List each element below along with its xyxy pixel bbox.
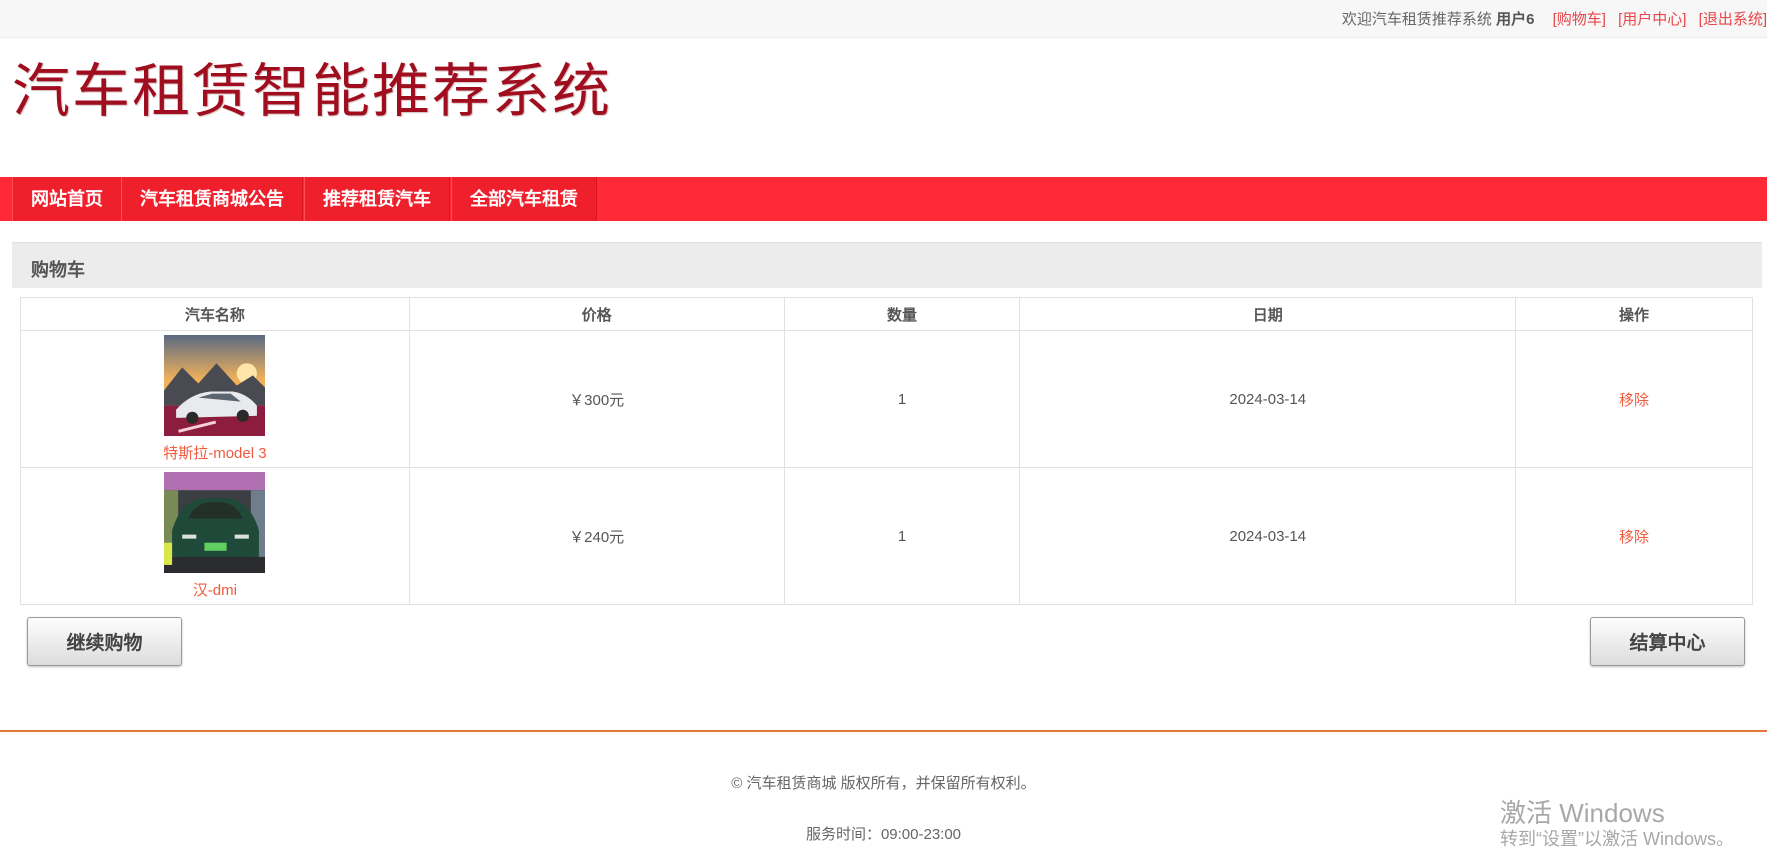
column-header-action: 操作 xyxy=(1515,297,1753,331)
column-header-price: 价格 xyxy=(408,297,785,331)
action-cell: 移除 xyxy=(1515,330,1753,468)
continue-shopping-button[interactable]: 继续购物 xyxy=(27,617,182,666)
quantity-cell: 1 xyxy=(783,330,1021,468)
cart-link[interactable]: [购物车] xyxy=(1553,11,1606,28)
cart-section-header: 购物车 xyxy=(12,242,1762,288)
footer-copyright: © 汽车租赁商城 版权所有，并保留所有权利。 xyxy=(731,775,1036,792)
action-cell: 移除 xyxy=(1515,467,1753,605)
username: 用户6 xyxy=(1496,11,1535,28)
nav-item-announcements[interactable]: 汽车租赁商城公告 xyxy=(121,177,303,221)
main-nav: 网站首页 汽车租赁商城公告 推荐租赁汽车 全部汽车租赁 xyxy=(0,177,1767,221)
checkout-button[interactable]: 结算中心 xyxy=(1590,617,1745,666)
site-title: 汽车租赁智能推荐系统 xyxy=(12,57,613,125)
cart-table: 汽车名称 价格 数量 日期 操作 特斯拉-model 3 ￥300元 1 202… xyxy=(20,297,1753,605)
nav-item-all-cars[interactable]: 全部汽车租赁 xyxy=(451,177,597,221)
table-header-row: 汽车名称 价格 数量 日期 操作 xyxy=(20,297,1753,331)
car-photo-green-sedan[interactable] xyxy=(164,472,266,573)
cart-section-title: 购物车 xyxy=(31,260,85,280)
quantity-cell: 1 xyxy=(783,467,1021,605)
logout-link[interactable]: [退出系统] xyxy=(1699,11,1767,28)
column-header-car-name: 汽车名称 xyxy=(20,297,410,331)
top-bar-links: 欢迎汽车租赁推荐系统 用户6 [购物车] [用户中心] [退出系统] xyxy=(1342,8,1767,29)
welcome-text: 欢迎汽车租赁推荐系统 xyxy=(1341,11,1492,28)
top-bar: 欢迎汽车租赁推荐系统 用户6 [购物车] [用户中心] [退出系统] xyxy=(0,0,1767,38)
column-header-quantity: 数量 xyxy=(783,297,1021,331)
date-cell: 2024-03-14 xyxy=(1019,330,1517,468)
remove-link[interactable]: 移除 xyxy=(1619,529,1649,546)
table-row: 汉-dmi ￥240元 1 2024-03-14 移除 xyxy=(20,467,1753,605)
price-cell: ￥300元 xyxy=(408,330,785,468)
table-row: 特斯拉-model 3 ￥300元 1 2024-03-14 移除 xyxy=(20,330,1753,468)
car-name-link[interactable]: 汉-dmi xyxy=(21,579,409,600)
nav-item-recommended[interactable]: 推荐租赁汽车 xyxy=(304,177,450,221)
date-cell: 2024-03-14 xyxy=(1019,467,1517,605)
column-header-date: 日期 xyxy=(1019,297,1517,331)
remove-link[interactable]: 移除 xyxy=(1619,392,1649,409)
car-cell: 汉-dmi xyxy=(20,467,410,605)
user-center-link[interactable]: [用户中心] xyxy=(1618,11,1686,28)
car-photo-white-sedan[interactable] xyxy=(164,335,266,436)
price-cell: ￥240元 xyxy=(408,467,785,605)
car-cell: 特斯拉-model 3 xyxy=(20,330,410,468)
footer-divider xyxy=(0,730,1767,732)
windows-activation-subtitle: 转到“设置”以激活 Windows。 xyxy=(1500,829,1735,849)
car-name-link[interactable]: 特斯拉-model 3 xyxy=(21,442,409,463)
nav-item-home[interactable]: 网站首页 xyxy=(12,177,122,221)
